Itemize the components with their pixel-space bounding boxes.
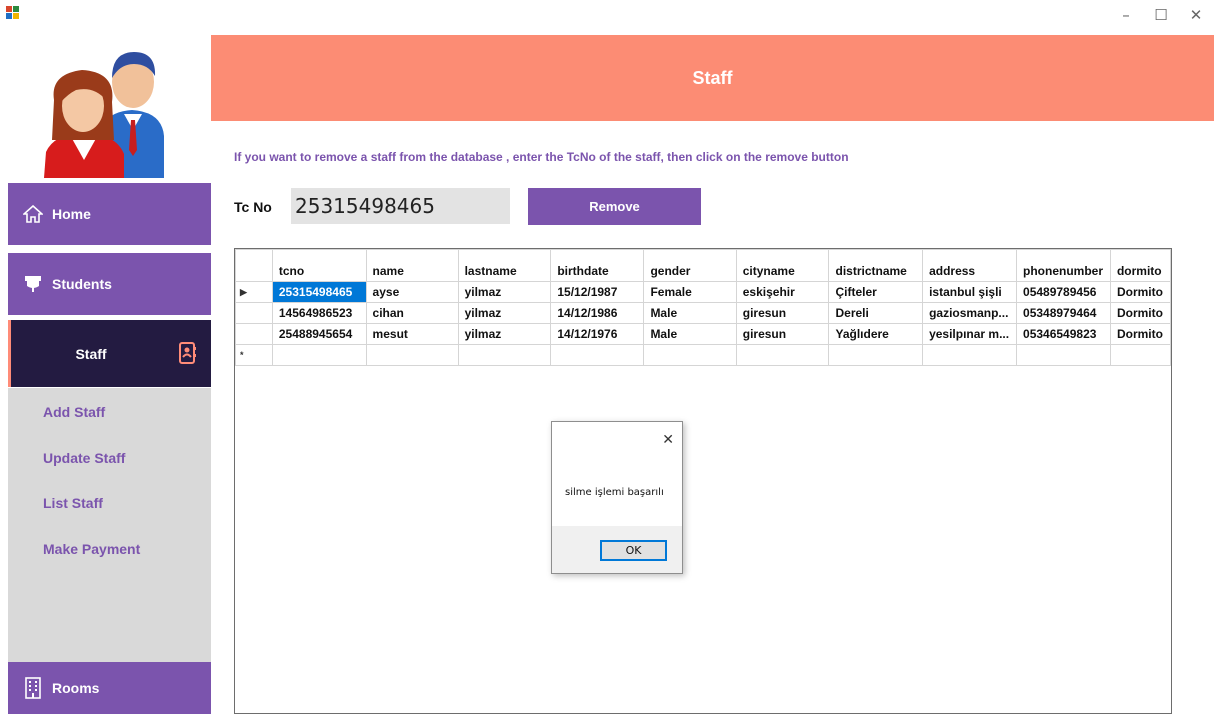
close-button[interactable]: ✕ [1184, 4, 1208, 26]
contact-book-icon [177, 342, 197, 367]
tc-no-label: Tc No [234, 199, 272, 215]
submenu-add-staff[interactable]: Add Staff [43, 404, 105, 420]
column-header[interactable]: address [922, 249, 1018, 282]
app-icon [6, 6, 19, 19]
table-cell[interactable]: mesut [365, 323, 459, 345]
row-header[interactable] [235, 302, 273, 324]
building-icon [22, 677, 44, 699]
maximize-button[interactable]: ☐ [1149, 4, 1173, 26]
table-cell[interactable]: yilmaz [457, 302, 552, 324]
nav-students[interactable]: Students [8, 253, 211, 315]
new-row-indicator[interactable]: * [235, 344, 273, 366]
table-cell[interactable] [1109, 344, 1171, 366]
table-cell[interactable]: Dereli [828, 302, 924, 324]
staff-logo-image [44, 52, 164, 178]
table-cell[interactable]: Yağlıdere [828, 323, 924, 345]
table-cell[interactable] [457, 344, 552, 366]
table-cell[interactable]: eskişehir [735, 281, 830, 303]
table-cell[interactable]: Çifteler [828, 281, 924, 303]
table-cell[interactable] [828, 344, 924, 366]
table-cell[interactable]: giresun [735, 302, 830, 324]
row-header[interactable] [235, 323, 273, 345]
submenu-make-payment[interactable]: Make Payment [43, 541, 140, 557]
table-row[interactable]: 14564986523 cihan yilmaz 14/12/1986 Male… [235, 302, 1171, 324]
staff-data-grid[interactable]: tcno name lastname birthdate gender city… [234, 248, 1172, 714]
message-dialog: ✕ silme işlemi başarılı OK [551, 421, 683, 574]
page-title: Staff [211, 35, 1214, 121]
column-header[interactable]: phonenumber [1016, 249, 1111, 282]
table-cell[interactable] [922, 344, 1018, 366]
table-cell[interactable]: 14/12/1976 [550, 323, 645, 345]
table-cell[interactable] [365, 344, 459, 366]
tc-no-input[interactable]: 25315498465 [291, 188, 510, 224]
table-cell[interactable]: yilmaz [457, 281, 552, 303]
table-cell[interactable]: 05348979464 [1016, 302, 1111, 324]
nav-home-label: Home [52, 206, 91, 222]
staff-table: tcno name lastname birthdate gender city… [235, 249, 1171, 366]
table-cell[interactable]: 05346549823 [1016, 323, 1111, 345]
dialog-footer: OK [552, 526, 682, 573]
table-cell[interactable]: Dormito [1109, 323, 1171, 345]
table-row[interactable]: 25488945654 mesut yilmaz 14/12/1976 Male… [235, 323, 1171, 345]
nav-rooms[interactable]: Rooms [8, 662, 211, 714]
table-cell[interactable]: Male [643, 323, 737, 345]
column-header[interactable]: lastname [457, 249, 552, 282]
table-cell[interactable]: 14564986523 [271, 302, 367, 324]
graduation-cap-icon [22, 273, 44, 295]
table-cell[interactable]: ayse [365, 281, 459, 303]
column-header[interactable]: cityname [735, 249, 830, 282]
table-cell[interactable]: 05489789456 [1016, 281, 1111, 303]
staff-submenu: Add Staff Update Staff List Staff Make P… [8, 388, 211, 662]
table-cell[interactable]: 14/12/1986 [550, 302, 645, 324]
table-cell[interactable] [1016, 344, 1111, 366]
table-row[interactable]: ▶ 25315498465 ayse yilmaz 15/12/1987 Fem… [235, 281, 1171, 303]
nav-students-label: Students [52, 276, 112, 292]
ok-button[interactable]: OK [600, 540, 667, 561]
remove-button[interactable]: Remove [528, 188, 701, 225]
column-header[interactable]: dormito [1109, 249, 1171, 282]
nav-staff[interactable]: Staff [8, 320, 211, 387]
nav-rooms-label: Rooms [52, 680, 100, 696]
table-cell[interactable]: gaziosmanp... [922, 302, 1018, 324]
submenu-list-staff[interactable]: List Staff [43, 495, 103, 511]
current-row-indicator[interactable]: ▶ [235, 281, 273, 303]
table-cell[interactable]: giresun [735, 323, 830, 345]
column-header[interactable]: birthdate [550, 249, 645, 282]
table-cell[interactable] [550, 344, 645, 366]
home-icon [22, 203, 44, 225]
column-header[interactable]: name [365, 249, 459, 282]
table-cell[interactable]: yesilpınar m... [922, 323, 1018, 345]
table-cell[interactable] [271, 344, 367, 366]
dialog-close-icon[interactable]: ✕ [662, 432, 674, 448]
column-header[interactable]: districtname [828, 249, 924, 282]
table-cell[interactable] [735, 344, 830, 366]
table-cell[interactable]: Dormito [1109, 302, 1171, 324]
instruction-text: If you want to remove a staff from the d… [234, 150, 849, 164]
table-cell[interactable]: cihan [365, 302, 459, 324]
submenu-update-staff[interactable]: Update Staff [43, 450, 125, 466]
minimize-button[interactable]: – [1114, 4, 1138, 26]
row-header-corner [235, 249, 273, 282]
table-cell[interactable]: yilmaz [457, 323, 552, 345]
table-cell[interactable] [643, 344, 737, 366]
dialog-message: silme işlemi başarılı [565, 487, 664, 498]
column-header[interactable]: tcno [271, 249, 367, 282]
nav-staff-label: Staff [75, 345, 107, 362]
nav-home[interactable]: Home [8, 183, 211, 245]
table-cell[interactable]: istanbul şişli [922, 281, 1018, 303]
table-cell[interactable]: 15/12/1987 [550, 281, 645, 303]
table-cell[interactable]: 25315498465 [271, 281, 367, 303]
table-cell[interactable]: 25488945654 [271, 323, 367, 345]
new-row[interactable]: * [235, 344, 1171, 366]
table-header-row: tcno name lastname birthdate gender city… [235, 249, 1171, 282]
table-cell[interactable]: Male [643, 302, 737, 324]
table-cell[interactable]: Female [643, 281, 737, 303]
table-cell[interactable]: Dormito [1109, 281, 1171, 303]
column-header[interactable]: gender [643, 249, 737, 282]
